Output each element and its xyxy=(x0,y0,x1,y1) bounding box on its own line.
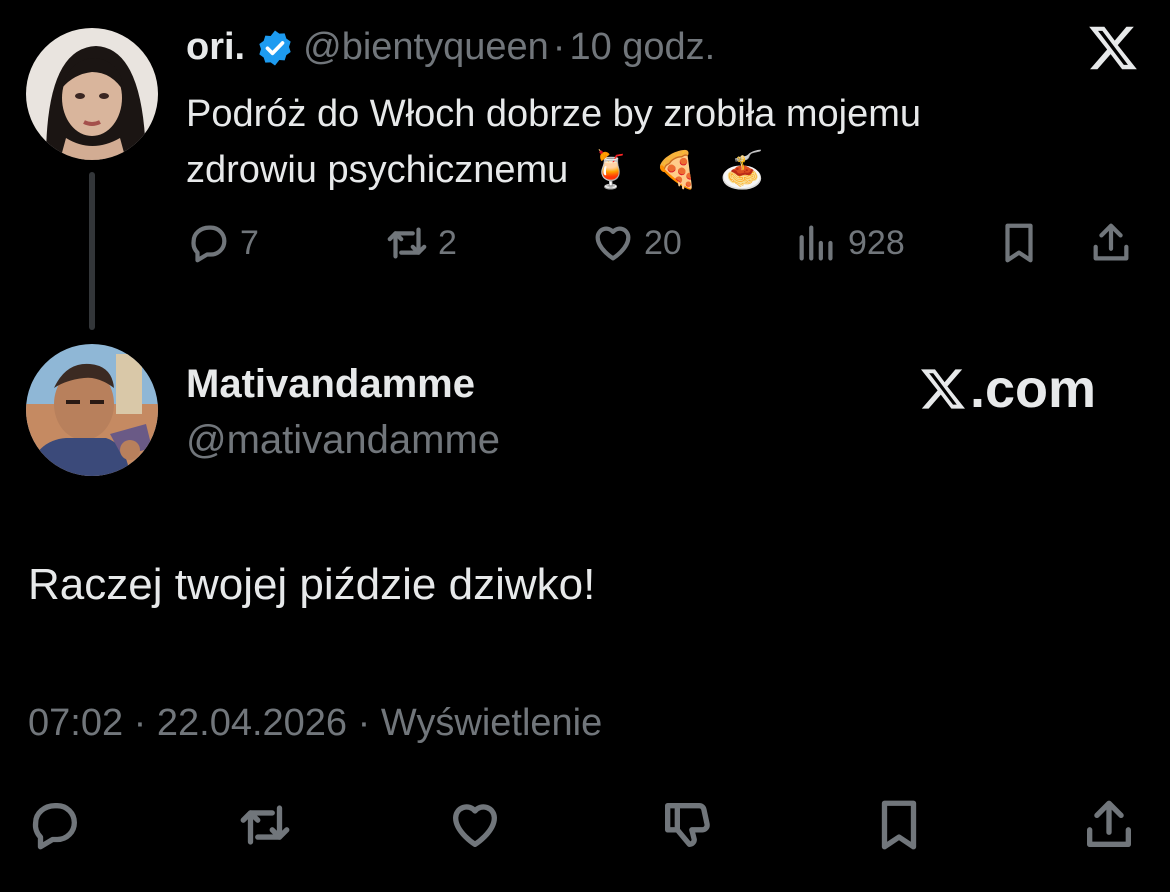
meta-separator-2: · xyxy=(357,702,371,744)
repost-icon xyxy=(387,227,427,259)
reply-author-name[interactable]: Mativandamme xyxy=(186,362,475,407)
repost-button[interactable]: 2 xyxy=(384,220,457,266)
pizza-emoji: 🍕 xyxy=(654,149,700,190)
like-count: 20 xyxy=(644,223,682,262)
views-button[interactable]: 928 xyxy=(794,220,905,266)
share-icon xyxy=(1093,223,1129,261)
reply-repost-button[interactable] xyxy=(236,796,294,854)
x-com-watermark-text: .com xyxy=(970,359,1097,419)
reply-icon xyxy=(32,803,77,850)
views-chart-icon xyxy=(799,225,833,261)
thumbs-down-icon xyxy=(665,803,710,847)
heart-icon xyxy=(453,804,497,847)
spaghetti-emoji: 🍝 xyxy=(719,149,765,190)
reply-views-label[interactable]: Wyświetlenie xyxy=(381,702,602,744)
reply-tweet-actions xyxy=(0,796,1170,852)
original-author-avatar[interactable] xyxy=(26,28,158,160)
repost-count: 2 xyxy=(438,223,457,262)
bookmark-button[interactable] xyxy=(996,220,1042,266)
reply-share-button[interactable] xyxy=(1080,796,1138,854)
reply-tweet-meta: 07:02 · 22.04.2026 · Wyświetlenie xyxy=(28,702,602,745)
reply-icon xyxy=(191,225,227,263)
header-separator: · xyxy=(552,26,566,68)
tweet-text-line-1: Podróż do Włoch dobrze by zrobiła mojemu xyxy=(186,93,922,135)
avatar-man-illustration xyxy=(26,344,158,476)
reply-author-avatar[interactable] xyxy=(26,344,158,476)
x-logo-icon xyxy=(1086,22,1140,74)
reply-time[interactable]: 07:02 xyxy=(28,702,123,744)
reply-tweet-text: Raczej twojej piździe dziwko! xyxy=(28,560,596,609)
original-author-handle[interactable]: @bientyqueen xyxy=(303,26,549,69)
x-logo-watermark-icon xyxy=(921,369,965,409)
meta-separator-1: · xyxy=(133,702,147,744)
share-button[interactable] xyxy=(1088,220,1134,266)
reply-bookmark-button[interactable] xyxy=(870,796,928,854)
views-count: 928 xyxy=(848,223,905,262)
tweet-text-line-2: zdrowiu psychicznemu 🍹 🍕 🍝 xyxy=(186,142,1086,198)
reply-count: 7 xyxy=(240,223,259,262)
original-author-name[interactable]: ori. xyxy=(186,26,245,69)
bookmark-icon xyxy=(881,800,917,850)
reply-dislike-button[interactable] xyxy=(658,796,716,854)
original-tweet-header: ori. @bientyqueen · 10 godz. xyxy=(186,26,715,69)
original-tweet-text: Podróż do Włoch dobrze by zrobiła mojemu… xyxy=(186,86,1086,198)
bookmark-icon xyxy=(1005,223,1033,263)
reply-date[interactable]: 22.04.2026 xyxy=(157,702,347,744)
repost-icon xyxy=(240,805,290,845)
tweet-text-line-2-words: zdrowiu psychicznemu xyxy=(186,149,569,191)
reply-button[interactable]: 7 xyxy=(186,220,259,266)
original-tweet-actions: 7 2 20 928 xyxy=(0,220,1170,270)
reply-reply-button[interactable] xyxy=(26,796,84,854)
share-icon xyxy=(1087,800,1131,847)
reply-author-handle[interactable]: @mativandamme xyxy=(186,418,500,463)
like-button[interactable]: 20 xyxy=(590,220,682,266)
original-tweet-time[interactable]: 10 godz. xyxy=(569,26,715,69)
reply-like-button[interactable] xyxy=(446,796,504,854)
x-com-watermark: .com xyxy=(918,358,1096,420)
avatar-woman-photo xyxy=(26,28,158,160)
verified-badge-icon xyxy=(255,28,295,68)
heart-icon xyxy=(595,226,631,261)
cocktail-emoji: 🍹 xyxy=(588,149,634,190)
